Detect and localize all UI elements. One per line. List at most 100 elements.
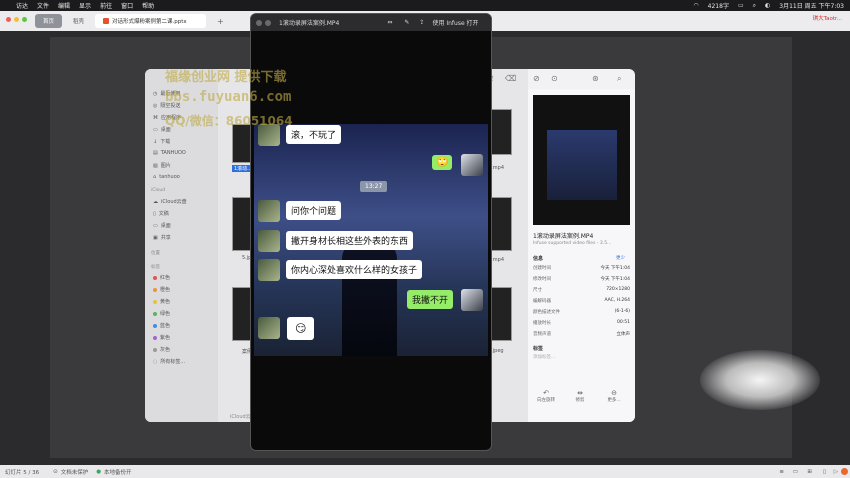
sidebar-item-pictures[interactable]: ▧ 图片 bbox=[153, 162, 171, 170]
info-value: AAC, H.264 bbox=[604, 298, 630, 303]
silhouette-figure bbox=[342, 239, 397, 356]
video-preview-thumbnail[interactable] bbox=[533, 95, 630, 225]
menu-item-go[interactable]: 前往 bbox=[100, 1, 112, 10]
menu-item-edit[interactable]: 编辑 bbox=[58, 1, 70, 10]
tab-docs[interactable]: 稻壳 bbox=[65, 14, 92, 28]
battery-icon[interactable]: ▭ bbox=[738, 2, 744, 9]
notes-icon[interactable]: ≡ bbox=[779, 469, 784, 475]
menu-bar: 访达 文件 编辑 显示 前往 窗口 帮助 ◠ 4218字 ▭ ⌕ ◐ 3月11日… bbox=[0, 0, 850, 11]
reading-view-icon[interactable]: ▯ bbox=[823, 469, 826, 475]
chat-bubble-left: 问你个问题 bbox=[286, 201, 342, 220]
sidebar-item-label: 灰色 bbox=[160, 347, 171, 353]
add-tags-field[interactable]: 添加标签... bbox=[533, 354, 555, 360]
sidebar-item-documents[interactable]: ▯ 文稿 bbox=[153, 210, 169, 218]
user-account[interactable]: 琪大Taotr... bbox=[813, 14, 842, 22]
sidebar-tag-yellow[interactable]: 黄色 bbox=[153, 298, 170, 305]
more-actions-icon[interactable]: ⊙ bbox=[551, 74, 558, 83]
sidebar-item-label: 文稿 bbox=[158, 211, 169, 217]
close-window-icon[interactable] bbox=[6, 17, 11, 22]
info-value: 00:51 bbox=[617, 320, 630, 325]
menu-item-view[interactable]: 显示 bbox=[79, 1, 91, 10]
contact-avatar bbox=[258, 259, 280, 281]
keyboard-status[interactable]: 4218字 bbox=[708, 1, 729, 10]
trash-icon[interactable]: ⌫ bbox=[505, 74, 516, 83]
trim-button[interactable]: ⇹ 修剪 bbox=[568, 389, 592, 403]
markup-icon[interactable]: ✎ bbox=[404, 19, 409, 26]
info-value: (6-1-6) bbox=[614, 309, 630, 314]
sidebar-tag-purple[interactable]: 紫色 bbox=[153, 334, 170, 341]
desktop-icon: ▭ bbox=[153, 222, 158, 229]
open-with-infuse-button[interactable]: 使用 Infuse 打开 bbox=[432, 18, 478, 27]
local-backup-status[interactable]: 本地备份开 bbox=[104, 468, 132, 476]
ppt-file-icon bbox=[103, 18, 110, 24]
sidebar-item-icloud-drive[interactable]: ☁ iCloud云盘 bbox=[153, 198, 187, 206]
show-less-button[interactable]: 更少 bbox=[616, 255, 625, 261]
info-value: 今天 下午1:04 bbox=[600, 277, 630, 282]
sidebar-tag-red[interactable]: 红色 bbox=[153, 274, 170, 281]
active-doc-label: 对话形式爆粉案例第二课.pptx bbox=[112, 19, 187, 25]
menu-item-finder[interactable]: 访达 bbox=[16, 1, 28, 10]
sidebar-item-label: 紫色 bbox=[160, 335, 171, 341]
menu-item-window[interactable]: 窗口 bbox=[121, 1, 133, 10]
info-key: 修改时间 bbox=[533, 277, 551, 282]
tag-color-dot bbox=[153, 335, 157, 340]
clock[interactable]: 3月11日 周五 下午7:03 bbox=[779, 1, 844, 10]
download-icon: ↓ bbox=[153, 138, 158, 145]
tab-home[interactable]: 首页 bbox=[35, 14, 63, 28]
tag-color-dot bbox=[153, 299, 157, 304]
home-icon: ⌂ bbox=[153, 174, 157, 180]
sidebar-item-home[interactable]: ⌂ tanhuoo bbox=[153, 174, 180, 180]
watermark-line-2: bbs.fuyuan6.com bbox=[165, 89, 292, 105]
video-title: 1滚动录屏法案例.MP4 bbox=[279, 20, 340, 27]
account-icon[interactable]: ⊛ bbox=[592, 74, 599, 83]
sidebar-tag-blue[interactable]: 蓝色 bbox=[153, 322, 170, 329]
preview-image bbox=[547, 130, 617, 200]
sidebar-tag-gray[interactable]: 灰色 bbox=[153, 346, 170, 353]
tab-active-document[interactable]: 对话形式爆粉案例第二课.pptx bbox=[95, 14, 207, 28]
minimize-window-icon[interactable] bbox=[14, 17, 19, 22]
play-slideshow-icon[interactable]: ▷ bbox=[834, 469, 838, 475]
search-icon[interactable]: ⌕ bbox=[617, 74, 621, 84]
tag-color-dot bbox=[153, 275, 157, 280]
watermark-line-3: QQ/微信：86051064 bbox=[165, 114, 293, 128]
menu-item-file[interactable]: 文件 bbox=[37, 1, 49, 10]
info-section-header: 信息 bbox=[533, 256, 544, 262]
sidebar-item-label: 黄色 bbox=[160, 299, 171, 305]
info-key: 颜色描述文件 bbox=[533, 310, 560, 315]
sidebar-tag-orange[interactable]: 橙色 bbox=[153, 286, 170, 293]
wifi-icon[interactable]: ◠ bbox=[693, 2, 698, 9]
rotate-left-button[interactable]: ↶ 向左旋转 bbox=[534, 389, 558, 403]
sidebar-item-label: 下载 bbox=[160, 139, 171, 145]
control-center-icon[interactable]: ◐ bbox=[765, 2, 770, 9]
new-tab-button[interactable]: + bbox=[209, 14, 232, 28]
info-row: 播放时长 00:51 bbox=[533, 320, 630, 326]
sidebar-all-tags[interactable]: ◌ 所有标签... bbox=[153, 358, 185, 366]
search-icon[interactable]: ⌕ bbox=[753, 2, 756, 10]
tag-color-dot bbox=[153, 311, 157, 316]
normal-view-icon[interactable]: ▭ bbox=[793, 469, 798, 475]
sidebar-tag-green[interactable]: 绿色 bbox=[153, 310, 170, 317]
fullscreen-icon[interactable] bbox=[265, 19, 271, 26]
sidebar-item-label: tanhuoo bbox=[159, 174, 180, 180]
menu-item-help[interactable]: 帮助 bbox=[142, 1, 154, 10]
sidebar-item-tanhuoo-drive[interactable]: ▤ TANHUOO bbox=[153, 150, 186, 156]
sidebar-item-shared[interactable]: ▣ 共享 bbox=[153, 234, 171, 242]
share-icon[interactable]: ⇪ bbox=[419, 19, 424, 26]
tag-color-dot bbox=[153, 323, 157, 328]
sidebar-item-label: 绿色 bbox=[160, 311, 171, 317]
document-protection-status[interactable]: 文档未保护 bbox=[61, 468, 89, 476]
info-row: 创建时间 今天 下午1:04 bbox=[533, 265, 630, 271]
apps-icon: ⌘ bbox=[153, 114, 158, 121]
more-button[interactable]: ⊖ 更多... bbox=[602, 389, 626, 403]
tag-icon[interactable]: ⊘ bbox=[533, 74, 540, 83]
zoom-window-icon[interactable] bbox=[22, 17, 27, 22]
user-avatar bbox=[461, 289, 483, 311]
trim-icon: ⇹ bbox=[577, 389, 583, 397]
sidebar-item-label: 红色 bbox=[160, 275, 171, 281]
close-window-icon[interactable] bbox=[256, 19, 262, 26]
assistant-icon[interactable] bbox=[841, 468, 848, 475]
pip-icon[interactable]: ⇔ bbox=[387, 19, 392, 26]
sidebar-item-icloud-desktop[interactable]: ▭ 桌面 bbox=[153, 222, 171, 230]
sidebar-item-downloads[interactable]: ↓ 下载 bbox=[153, 138, 171, 146]
slide-sorter-icon[interactable]: ⊞ bbox=[807, 469, 812, 475]
